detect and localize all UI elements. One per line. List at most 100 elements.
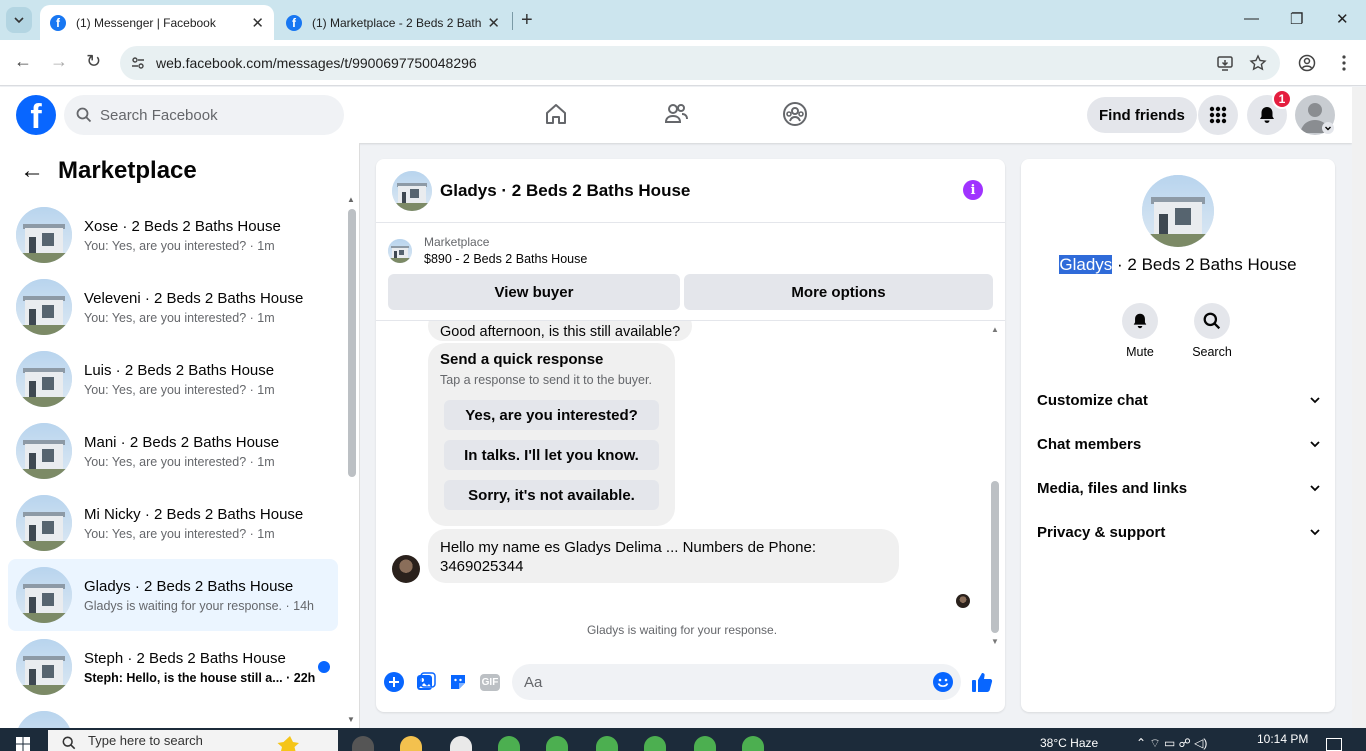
- conversation-preview: You: Yes, are you interested? · 1m: [84, 526, 275, 541]
- listing-thumbnail: [16, 423, 72, 479]
- friends-icon[interactable]: [663, 101, 689, 127]
- facebook-search-input[interactable]: Search Facebook: [64, 95, 344, 135]
- conversation-item[interactable]: Veleveni · 2 Beds 2 Baths House You: Yes,…: [8, 271, 338, 343]
- chrome-icon[interactable]: [742, 736, 764, 751]
- app-icon[interactable]: [450, 736, 472, 751]
- thumbs-up-icon[interactable]: [971, 671, 993, 693]
- section-label: Customize chat: [1037, 391, 1148, 409]
- conversation-item[interactable]: Steph · 2 Beds 2 Baths House Steph: Hello…: [8, 631, 338, 703]
- url-text: web.facebook.com/messages/t/990069775004…: [156, 55, 477, 71]
- more-options-button[interactable]: More options: [684, 274, 993, 310]
- chat-scrollbar[interactable]: ▲ ▼: [988, 321, 1005, 649]
- url-field[interactable]: web.facebook.com/messages/t/990069775004…: [120, 46, 1280, 80]
- chrome-icon[interactable]: [546, 736, 568, 751]
- page-scrollbar[interactable]: [1352, 87, 1366, 728]
- gif-icon[interactable]: GIF: [479, 671, 501, 693]
- conversation-item[interactable]: Luis · 2 Beds 2 Baths House You: Yes, are…: [8, 343, 338, 415]
- plus-icon[interactable]: [383, 671, 405, 693]
- chevron-down-icon: [1310, 441, 1320, 448]
- chat-listing-thumbnail: [392, 170, 432, 211]
- clock[interactable]: 10:14 PM: [1257, 732, 1308, 746]
- conversation-item[interactable]: Xose · 2 Beds 2 Baths House You: Yes, are…: [8, 199, 338, 271]
- search-icon: [62, 736, 76, 750]
- tab-marketplace[interactable]: f (1) Marketplace - 2 Beds 2 Baths House…: [276, 5, 510, 40]
- quick-response-option[interactable]: In talks. I'll let you know.: [444, 440, 659, 470]
- chrome-icon[interactable]: [596, 736, 618, 751]
- home-icon[interactable]: [543, 101, 569, 127]
- customize-chat-section[interactable]: Customize chat: [1037, 382, 1321, 418]
- new-tab-button[interactable]: +: [521, 9, 533, 32]
- account-chevron-icon[interactable]: [1322, 122, 1334, 134]
- find-friends-button[interactable]: Find friends: [1087, 97, 1197, 133]
- conversation-preview: You: Yes, are you interested? · 1m: [84, 454, 275, 469]
- bookmark-star-icon[interactable]: [1249, 54, 1267, 72]
- minimize-button[interactable]: —: [1244, 10, 1259, 27]
- chrome-icon[interactable]: [694, 736, 716, 751]
- back-arrow-icon[interactable]: ←: [20, 157, 44, 185]
- tab-messenger[interactable]: f (1) Messenger | Facebook ✕: [40, 5, 274, 40]
- forward-arrow-icon[interactable]: →: [50, 51, 68, 72]
- tab-search-button[interactable]: [6, 7, 32, 33]
- file-explorer-icon[interactable]: [400, 736, 422, 751]
- emoji-icon[interactable]: [932, 671, 954, 693]
- search-placeholder: Search Facebook: [100, 106, 218, 124]
- profile-icon[interactable]: [1298, 54, 1316, 72]
- back-arrow-icon[interactable]: ←: [14, 51, 32, 72]
- conversation-item[interactable]: Muhammad · 2 Beds 2 Baths Ho...: [8, 703, 338, 728]
- conversation-item[interactable]: Mani · 2 Beds 2 Baths House You: Yes, are…: [8, 415, 338, 487]
- search-highlight-icon: [276, 734, 316, 751]
- view-buyer-button[interactable]: View buyer: [388, 274, 680, 310]
- sticker-icon[interactable]: [447, 671, 469, 693]
- tab-close-icon[interactable]: ✕: [251, 14, 264, 32]
- chrome-icon[interactable]: [498, 736, 520, 751]
- conversation-name: Mani · 2 Beds 2 Baths House: [84, 433, 280, 451]
- chrome-icon[interactable]: [644, 736, 666, 751]
- privacy-support-section[interactable]: Privacy & support: [1037, 514, 1321, 550]
- message-input[interactable]: Aa: [512, 664, 961, 700]
- weather-status[interactable]: 38°C Haze: [1040, 736, 1098, 750]
- sidebar-scroll-thumb[interactable]: [348, 209, 356, 477]
- info-icon[interactable]: i: [963, 180, 983, 200]
- chat-members-section[interactable]: Chat members: [1037, 426, 1321, 462]
- task-view-icon[interactable]: [352, 736, 374, 751]
- marketplace-listing-row[interactable]: Marketplace $890 - 2 Beds 2 Baths House: [388, 235, 587, 266]
- notification-center-icon[interactable]: [1326, 738, 1342, 751]
- listing-thumbnail: [16, 207, 72, 263]
- message-thread: Good afternoon, is this still available?…: [376, 321, 988, 649]
- windows-start-icon[interactable]: [16, 737, 30, 751]
- groups-icon[interactable]: [782, 101, 808, 127]
- conversation-item[interactable]: Mi Nicky · 2 Beds 2 Baths House You: Yes,…: [8, 487, 338, 559]
- scroll-up-arrow-icon[interactable]: ▲: [347, 195, 355, 204]
- window-close-button[interactable]: ✕: [1336, 10, 1349, 28]
- facebook-logo[interactable]: f: [16, 95, 56, 135]
- quick-response-card: Send a quick response Tap a response to …: [428, 343, 675, 526]
- chat-header[interactable]: Gladys · 2 Beds 2 Baths House: [376, 159, 1005, 223]
- chat-scroll-thumb[interactable]: [991, 481, 999, 633]
- scroll-down-arrow-icon[interactable]: ▼: [347, 715, 355, 724]
- scroll-up-arrow-icon[interactable]: ▲: [991, 325, 999, 334]
- sender-avatar[interactable]: [392, 555, 420, 583]
- section-label: Chat members: [1037, 435, 1142, 453]
- mute-button[interactable]: Mute: [1110, 303, 1170, 359]
- reload-icon[interactable]: ↻: [86, 51, 101, 72]
- media-files-links-section[interactable]: Media, files and links: [1037, 470, 1321, 506]
- grid-menu-icon: [1209, 106, 1227, 124]
- scroll-down-arrow-icon[interactable]: ▼: [991, 637, 999, 646]
- photo-icon[interactable]: [415, 671, 437, 693]
- browser-tab-strip: f (1) Messenger | Facebook ✕ f (1) Marke…: [0, 0, 1366, 40]
- quick-response-option[interactable]: Yes, are you interested?: [444, 400, 659, 430]
- conversation-item[interactable]: Gladys · 2 Beds 2 Baths House Gladys is w…: [8, 559, 338, 631]
- sidebar-scrollbar[interactable]: ▲ ▼: [346, 195, 356, 728]
- browser-menu-icon[interactable]: [1341, 54, 1347, 72]
- name-rest-text: · 2 Beds 2 Baths House: [1112, 255, 1297, 274]
- site-settings-icon[interactable]: [130, 55, 146, 71]
- conversation-preview: You: Yes, are you interested? · 1m: [84, 238, 275, 253]
- listing-thumbnail: [16, 567, 72, 623]
- quick-response-option[interactable]: Sorry, it's not available.: [444, 480, 659, 510]
- menu-grid-button[interactable]: [1198, 95, 1238, 135]
- search-conversation-button[interactable]: Search: [1182, 303, 1242, 359]
- maximize-button[interactable]: ❐: [1290, 10, 1303, 28]
- tab-close-icon[interactable]: ✕: [487, 14, 500, 32]
- system-tray-icons[interactable]: ⌃ ⌔ ▭ ☍ ◁): [1136, 736, 1207, 751]
- install-app-icon[interactable]: [1216, 54, 1234, 72]
